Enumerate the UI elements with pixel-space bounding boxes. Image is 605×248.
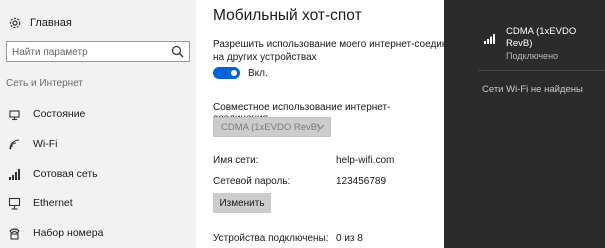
flyout-divider: [478, 70, 605, 71]
sidebar-item-label: Ethernet: [33, 197, 73, 209]
search-input[interactable]: [12, 45, 162, 59]
network-entry-status: Подключено: [506, 51, 559, 61]
network-flyout: CDMA (1xEVDO RevB) Подключено Сети Wi-Fi…: [444, 0, 605, 248]
devices-value: 0 из 8: [336, 233, 363, 244]
cellular-signal-icon: [484, 31, 497, 49]
network-entry[interactable]: CDMA (1xEVDO RevB) Подключено: [506, 26, 605, 62]
chevron-down-icon: [316, 123, 325, 131]
sidebar-item-label: Состояние: [33, 108, 86, 120]
home-label: Главная: [30, 17, 72, 29]
home-link[interactable]: Главная: [8, 16, 72, 30]
connection-dropdown[interactable]: CDMA (1xEVDO RevB): [213, 117, 331, 137]
sidebar-item-ethernet[interactable]: Ethernet: [8, 195, 73, 211]
network-entry-name: CDMA (1xEVDO RevB): [506, 26, 577, 49]
sidebar-item-label: Сотовая сеть: [33, 168, 98, 180]
password-value: 123456789: [336, 176, 387, 187]
devices-label: Устройства подключены:: [213, 233, 329, 244]
status-icon: [8, 108, 21, 121]
search-icon[interactable]: [171, 45, 184, 58]
toggle-knob: [231, 70, 237, 76]
sidebar-item-wifi[interactable]: Wi-Fi: [8, 136, 58, 152]
password-label: Сетевой пароль:: [213, 176, 291, 187]
cellular-icon: [8, 168, 21, 181]
section-label: Сеть и Интернет: [6, 78, 84, 89]
sidebar-item-status[interactable]: Состояние: [8, 106, 85, 122]
settings-sidebar: Главная Сеть и Интернет Состояние Wi-Fi …: [0, 0, 196, 248]
connection-dropdown-value: CDMA (1xEVDO RevB): [221, 121, 321, 133]
toggle-label: Вкл.: [248, 67, 268, 79]
network-name-label: Имя сети:: [213, 155, 259, 166]
wifi-icon: [8, 138, 21, 151]
ethernet-icon: [8, 197, 21, 210]
edit-button[interactable]: Изменить: [213, 193, 271, 213]
sidebar-item-label: Набор номера: [33, 227, 104, 239]
hotspot-toggle-row: Вкл.: [213, 67, 268, 79]
sidebar-item-cellular[interactable]: Сотовая сеть: [8, 166, 98, 182]
sidebar-item-dialup[interactable]: Набор номера: [8, 225, 103, 241]
sidebar-item-label: Wi-Fi: [33, 138, 58, 150]
no-wifi-message: Сети Wi-Fi не найдены: [482, 84, 583, 95]
share-description: Разрешить использование моего интернет-с…: [213, 39, 470, 63]
gear-icon: [8, 16, 22, 30]
page-title: Мобильный хот-спот: [213, 7, 362, 24]
network-name-value: help-wifi.com: [336, 155, 395, 166]
search-box[interactable]: [6, 41, 190, 62]
hotspot-toggle[interactable]: [213, 67, 240, 79]
hotspot-settings: Мобильный хот-спот Разрешить использован…: [196, 0, 469, 248]
dialup-icon: [8, 227, 21, 240]
